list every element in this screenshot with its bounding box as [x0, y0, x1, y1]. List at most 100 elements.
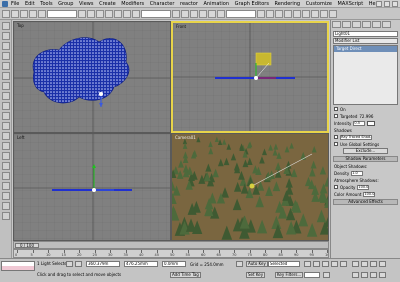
z-coordinate[interactable]: 0.0mm [162, 261, 186, 267]
time-slider-track[interactable]: 0 / 100 [13, 241, 329, 249]
tool-icon[interactable] [2, 102, 10, 110]
go-to-end-icon[interactable] [340, 261, 347, 267]
x-coordinate[interactable]: 360.379m [86, 261, 120, 267]
light-color-swatch[interactable] [367, 120, 376, 126]
next-frame-icon[interactable] [331, 261, 338, 267]
menu-tools[interactable]: Tools [40, 1, 52, 7]
tool-icon[interactable] [2, 42, 10, 50]
tool-icon[interactable] [2, 182, 10, 190]
schematic-icon[interactable] [293, 9, 301, 18]
time-config-icon[interactable] [323, 272, 330, 278]
use-global-checkbox[interactable] [334, 142, 338, 146]
minimize-icon[interactable] [376, 1, 382, 7]
color-amount-spinner[interactable]: 100.0 [363, 191, 376, 197]
shadow-parameters-rollout[interactable]: Shadow Parameters [333, 156, 398, 162]
quick-render-icon[interactable] [329, 9, 337, 18]
maximize-icon[interactable] [384, 1, 390, 7]
viewport-label[interactable]: Top [17, 23, 24, 28]
current-frame-field[interactable] [304, 272, 320, 278]
close-icon[interactable] [392, 1, 398, 7]
align-icon[interactable] [266, 9, 274, 18]
zoom-extents-all-icon[interactable] [379, 261, 386, 267]
redo-icon[interactable] [11, 9, 19, 18]
shadows-on-checkbox[interactable] [334, 135, 338, 139]
track-bar[interactable]: 0 5 10 15 20 25 30 35 40 45 50 55 60 65 70 75 80 85 90 95 10… [13, 249, 329, 258]
targeted-checkbox[interactable] [334, 114, 338, 118]
modifier-list-dropdown[interactable]: Modifier List [333, 38, 398, 44]
object-name-field[interactable]: Light01 [333, 31, 398, 37]
lock-selection-icon[interactable] [66, 261, 73, 267]
tool-icon[interactable] [2, 142, 10, 150]
layer-icon[interactable] [275, 9, 283, 18]
menu-character[interactable]: Character [150, 1, 175, 7]
material-editor-icon[interactable] [302, 9, 310, 18]
tool-icon[interactable] [2, 122, 10, 130]
tool-icon[interactable] [2, 32, 10, 40]
menu-customize[interactable]: Customize [306, 1, 332, 7]
intensity-spinner[interactable]: 0.5 [353, 120, 366, 126]
snap-icon[interactable] [190, 9, 198, 18]
opacity-spinner[interactable]: 100.0 [357, 184, 370, 190]
select-by-name-icon[interactable] [87, 9, 95, 18]
curve-editor-icon[interactable] [284, 9, 292, 18]
menu-graph-editors[interactable]: Graph Editors [235, 1, 269, 7]
menu-group[interactable]: Group [58, 1, 73, 7]
time-slider[interactable]: 0 / 100 [15, 243, 39, 248]
named-selection-dropdown[interactable] [226, 9, 256, 18]
menu-file[interactable]: File [11, 1, 19, 7]
orbit-icon[interactable] [370, 272, 377, 278]
spinner-snap-icon[interactable] [217, 9, 225, 18]
rect-select-icon[interactable] [96, 9, 104, 18]
bind-space-warp-icon[interactable] [38, 9, 46, 18]
tool-icon[interactable] [2, 202, 10, 210]
y-coordinate[interactable]: 476.25mm [124, 261, 158, 267]
tool-icon[interactable] [2, 172, 10, 180]
zoom-extents-icon[interactable] [370, 261, 377, 267]
key-selection-dropdown[interactable]: Selected [268, 261, 300, 267]
render-setup-icon[interactable] [311, 9, 319, 18]
menu-rendering[interactable]: Rendering [275, 1, 301, 7]
tool-icon[interactable] [2, 162, 10, 170]
maxscript-listener[interactable] [1, 261, 35, 271]
angle-snap-icon[interactable] [199, 9, 207, 18]
key-icon[interactable] [236, 261, 243, 267]
shadow-type-dropdown[interactable]: Ray Traced Shad. [340, 134, 372, 140]
mirror-icon[interactable] [257, 9, 265, 18]
modify-tab-icon[interactable] [342, 21, 351, 28]
pivot-icon[interactable] [172, 9, 180, 18]
move-icon[interactable] [114, 9, 122, 18]
on-checkbox[interactable] [334, 107, 338, 111]
display-tab-icon[interactable] [372, 21, 381, 28]
zoom-all-icon[interactable] [361, 261, 368, 267]
menu-modifiers[interactable]: Modifiers [121, 1, 144, 7]
selection-filter-dropdown[interactable] [47, 9, 77, 18]
scale-icon[interactable] [132, 9, 140, 18]
tool-icon[interactable] [2, 22, 10, 30]
key-filters-button[interactable]: Key Filters... [275, 272, 304, 278]
window-crossing-icon[interactable] [105, 9, 113, 18]
play-icon[interactable] [322, 261, 329, 267]
advanced-effects-rollout[interactable]: Advanced Effects [333, 199, 398, 205]
viewport-front[interactable]: Front [171, 21, 329, 133]
absolute-mode-icon[interactable] [75, 261, 82, 267]
viewport-label[interactable]: Left [17, 135, 25, 140]
add-time-tag-button[interactable]: Add Time Tag [170, 272, 201, 278]
tool-icon[interactable] [2, 92, 10, 100]
link-icon[interactable] [20, 9, 28, 18]
exclude-button[interactable]: Exclude... [343, 148, 388, 154]
menu-create[interactable]: Create [99, 1, 116, 7]
zoom-icon[interactable] [352, 261, 359, 267]
tool-icon[interactable] [2, 132, 10, 140]
render-frame-icon[interactable] [320, 9, 328, 18]
utilities-tab-icon[interactable] [382, 21, 391, 28]
manipulate-icon[interactable] [181, 9, 189, 18]
menu-edit[interactable]: Edit [25, 1, 35, 7]
menu-views[interactable]: Views [79, 1, 93, 7]
hierarchy-tab-icon[interactable] [352, 21, 361, 28]
select-object-icon[interactable] [78, 9, 86, 18]
viewport-left[interactable]: Left [13, 133, 171, 241]
pan-icon[interactable] [361, 272, 368, 278]
field-of-view-icon[interactable] [352, 272, 359, 278]
density-spinner[interactable]: 1.0 [351, 170, 364, 176]
modifier-stack[interactable]: Target Direct [333, 45, 398, 105]
